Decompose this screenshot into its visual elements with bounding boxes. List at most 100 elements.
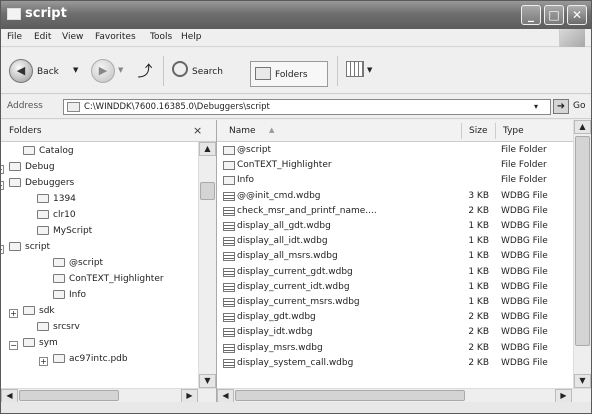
column-name[interactable]: Name [229, 126, 256, 136]
file-row[interactable]: ConTEXT_Highlighter File Folder [217, 159, 573, 173]
menu-view[interactable]: View [62, 32, 83, 42]
menu-favorites[interactable]: Favorites [95, 32, 136, 42]
tree-node[interactable]: Catalog [23, 146, 74, 162]
collapse-icon[interactable]: − [1, 245, 4, 254]
menu-tools[interactable]: Tools [150, 32, 172, 42]
tree-node[interactable]: MyScript [37, 226, 92, 242]
file-row[interactable]: display_all_msrs.wdbg 1 KB WDBG File [217, 250, 573, 264]
expand-icon[interactable]: + [39, 357, 48, 366]
menu-edit[interactable]: Edit [34, 32, 51, 42]
tree-node[interactable]: Info [53, 290, 86, 306]
folders-horizontal-scrollbar[interactable]: ◀ ▶ [1, 388, 216, 403]
scroll-left-button[interactable]: ◀ [1, 389, 18, 403]
views-dropdown-icon[interactable]: ▼ [367, 66, 372, 74]
forward-button[interactable]: ▶ [91, 59, 115, 83]
back-button[interactable]: ◀ [9, 59, 33, 83]
file-size: 2 KB [468, 342, 489, 353]
file-row[interactable]: display_gdt.wdbg 2 KB WDBG File [217, 311, 573, 325]
column-type[interactable]: Type [503, 126, 524, 136]
scroll-left-button[interactable]: ◀ [217, 389, 234, 403]
tree-node-label: Info [69, 290, 87, 300]
search-button[interactable]: Search [192, 67, 223, 77]
file-row[interactable]: display_current_gdt.wdbg 1 KB WDBG File [217, 266, 573, 280]
scroll-right-button[interactable]: ▶ [181, 389, 198, 403]
wdbg-file-icon [223, 328, 235, 338]
folders-button[interactable]: Folders [250, 61, 328, 87]
wdbg-file-icon [223, 206, 235, 216]
collapse-icon[interactable]: − [9, 341, 18, 350]
tree-node[interactable]: + Debug [1, 162, 55, 178]
file-row[interactable]: display_system_call.wdbg 2 KB WDBG File [217, 357, 573, 371]
sort-ascending-icon: ▲ [269, 126, 275, 134]
column-separator[interactable] [461, 123, 462, 139]
folders-vertical-scrollbar[interactable]: ▲ ▼ [198, 142, 216, 388]
files-horizontal-scrollbar[interactable]: ◀ ▶ [217, 388, 591, 403]
expand-icon[interactable]: + [1, 165, 4, 174]
go-button[interactable]: Go [573, 101, 585, 111]
address-input[interactable]: C:\WINDDK\7600.16385.0\Debuggers\script … [63, 99, 551, 115]
file-row[interactable]: @script File Folder [217, 144, 573, 158]
tree-node[interactable]: 1394 [37, 194, 76, 210]
folders-pane-title: Folders [9, 126, 42, 136]
folders-label: Folders [275, 70, 308, 80]
column-size[interactable]: Size [469, 126, 487, 136]
tree-node[interactable]: − script [1, 242, 50, 258]
files-vertical-scrollbar[interactable]: ▲ ▼ [573, 120, 591, 388]
file-row[interactable]: check_msr_and_printf_name.... 2 KB WDBG Fi… [217, 205, 573, 219]
maximize-button[interactable]: □ [544, 5, 564, 25]
tree-node[interactable]: srcsrv [37, 322, 80, 338]
tree-node[interactable]: − sym [9, 338, 58, 354]
scroll-up-button[interactable]: ▲ [574, 120, 591, 134]
close-button[interactable]: ✕ [567, 5, 587, 25]
file-row[interactable]: @@init_cmd.wdbg 3 KB WDBG File [217, 190, 573, 204]
expand-icon[interactable]: + [9, 309, 18, 318]
tree-node[interactable]: clr10 [37, 210, 76, 226]
scroll-up-button[interactable]: ▲ [199, 142, 216, 156]
file-row[interactable]: display_current_msrs.wdbg 1 KB WDBG File [217, 296, 573, 310]
up-folder-icon[interactable]: ⤴ [136, 60, 154, 82]
scroll-thumb[interactable] [235, 390, 465, 401]
folder-icon [223, 176, 235, 186]
back-dropdown-icon[interactable]: ▼ [73, 66, 78, 74]
tree-node[interactable]: @script [53, 258, 103, 274]
minimize-button[interactable]: _ [521, 5, 541, 25]
file-name: display_current_gdt.wdbg [237, 266, 353, 277]
file-row[interactable]: display_msrs.wdbg 2 KB WDBG File [217, 342, 573, 356]
address-path: C:\WINDDK\7600.16385.0\Debuggers\script [84, 102, 270, 112]
views-icon[interactable] [346, 61, 364, 77]
scroll-right-button[interactable]: ▶ [555, 389, 572, 403]
file-row[interactable]: display_idt.wdbg 2 KB WDBG File [217, 326, 573, 340]
file-name: display_system_call.wdbg [237, 357, 354, 368]
tree-node[interactable]: − Debuggers [1, 178, 74, 194]
tree-node[interactable]: + sdk [9, 306, 55, 322]
column-separator[interactable] [495, 123, 496, 139]
folder-icon [37, 194, 49, 203]
toolbar: ◀ Back ▼ ▶ ▼ ⤴ Search Folders ▼ [1, 48, 591, 94]
menu-file[interactable]: File [7, 32, 22, 42]
file-size: 2 KB [468, 357, 489, 368]
scroll-thumb[interactable] [19, 390, 119, 401]
search-icon[interactable] [172, 61, 188, 77]
address-dropdown-icon[interactable]: ▾ [534, 102, 538, 111]
collapse-icon[interactable]: − [1, 181, 4, 190]
file-row[interactable]: display_current_idt.wdbg 1 KB WDBG File [217, 281, 573, 295]
scroll-thumb[interactable] [575, 136, 590, 346]
forward-dropdown-icon[interactable]: ▼ [118, 66, 123, 74]
tree-node[interactable]: + ac97intc.pdb [39, 354, 128, 370]
title-bar[interactable]: script _ □ ✕ [1, 1, 591, 29]
file-row[interactable]: Info File Folder [217, 174, 573, 188]
scroll-down-button[interactable]: ▼ [574, 374, 591, 388]
menu-help[interactable]: Help [181, 32, 202, 42]
file-row[interactable]: display_all_idt.wdbg 1 KB WDBG File [217, 235, 573, 249]
back-label[interactable]: Back [37, 67, 59, 77]
scroll-down-button[interactable]: ▼ [199, 374, 216, 388]
file-list: @script File Folder ConTEXT_Highlighter Fil… [217, 142, 573, 388]
folder-tree: Catalog + Debug − Debuggers 1394 clr10 MyScript… [1, 142, 198, 402]
scroll-thumb[interactable] [200, 182, 215, 200]
tree-node[interactable]: ConTEXT_Highlighter [53, 274, 164, 290]
folder-icon [53, 290, 65, 299]
go-arrow-icon[interactable]: ➜ [553, 99, 569, 114]
file-size: 2 KB [468, 205, 489, 216]
file-row[interactable]: display_all_gdt.wdbg 1 KB WDBG File [217, 220, 573, 234]
close-pane-icon[interactable]: × [193, 124, 202, 137]
